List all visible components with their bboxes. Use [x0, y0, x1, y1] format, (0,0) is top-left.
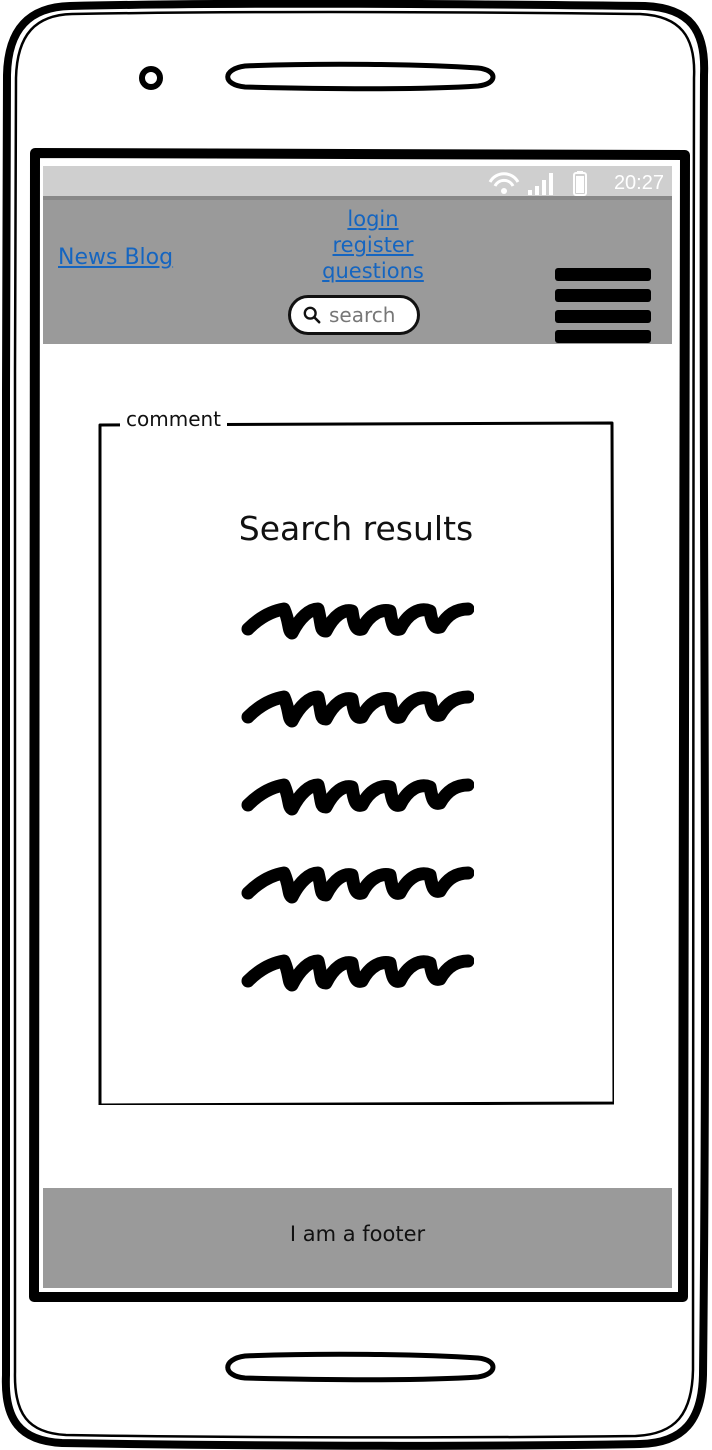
search-input[interactable]: [327, 302, 417, 328]
footer: I am a footer: [43, 1188, 672, 1288]
battery-icon: [573, 171, 587, 196]
app-header: News Blog login register questions: [43, 200, 672, 344]
nav-links: login register questions: [283, 206, 463, 284]
screen: 20:27 News Blog login register questions: [43, 166, 672, 1288]
search-box[interactable]: [288, 295, 420, 335]
questions-link[interactable]: questions: [283, 258, 463, 284]
register-link[interactable]: register: [283, 232, 463, 258]
group-label: comment: [120, 407, 228, 431]
menu-bar: [555, 330, 651, 343]
search-result-item[interactable]: [240, 773, 474, 817]
footer-text: I am a footer: [289, 1222, 426, 1246]
results-title: Search results: [238, 509, 474, 548]
search-result-item[interactable]: [240, 861, 474, 905]
search-result-item[interactable]: [240, 685, 474, 729]
status-bar: 20:27: [43, 166, 672, 200]
signal-icon: [528, 173, 553, 195]
search-result-item[interactable]: [240, 949, 474, 993]
search-results-group: comment Search results: [98, 407, 614, 1105]
login-link[interactable]: login: [283, 206, 463, 232]
status-time: 20:27: [613, 172, 664, 194]
menu-bar: [555, 289, 651, 302]
mobile-wireframe: 20:27 News Blog login register questions: [0, 0, 712, 1450]
status-icons: [488, 171, 587, 196]
brand-link[interactable]: News Blog: [58, 245, 173, 270]
search-icon: [303, 306, 321, 324]
search-result-item[interactable]: [240, 597, 474, 641]
menu-bar: [555, 268, 651, 281]
wifi-icon: [488, 172, 520, 194]
hamburger-menu-icon[interactable]: [555, 268, 653, 348]
menu-bar: [555, 310, 651, 323]
